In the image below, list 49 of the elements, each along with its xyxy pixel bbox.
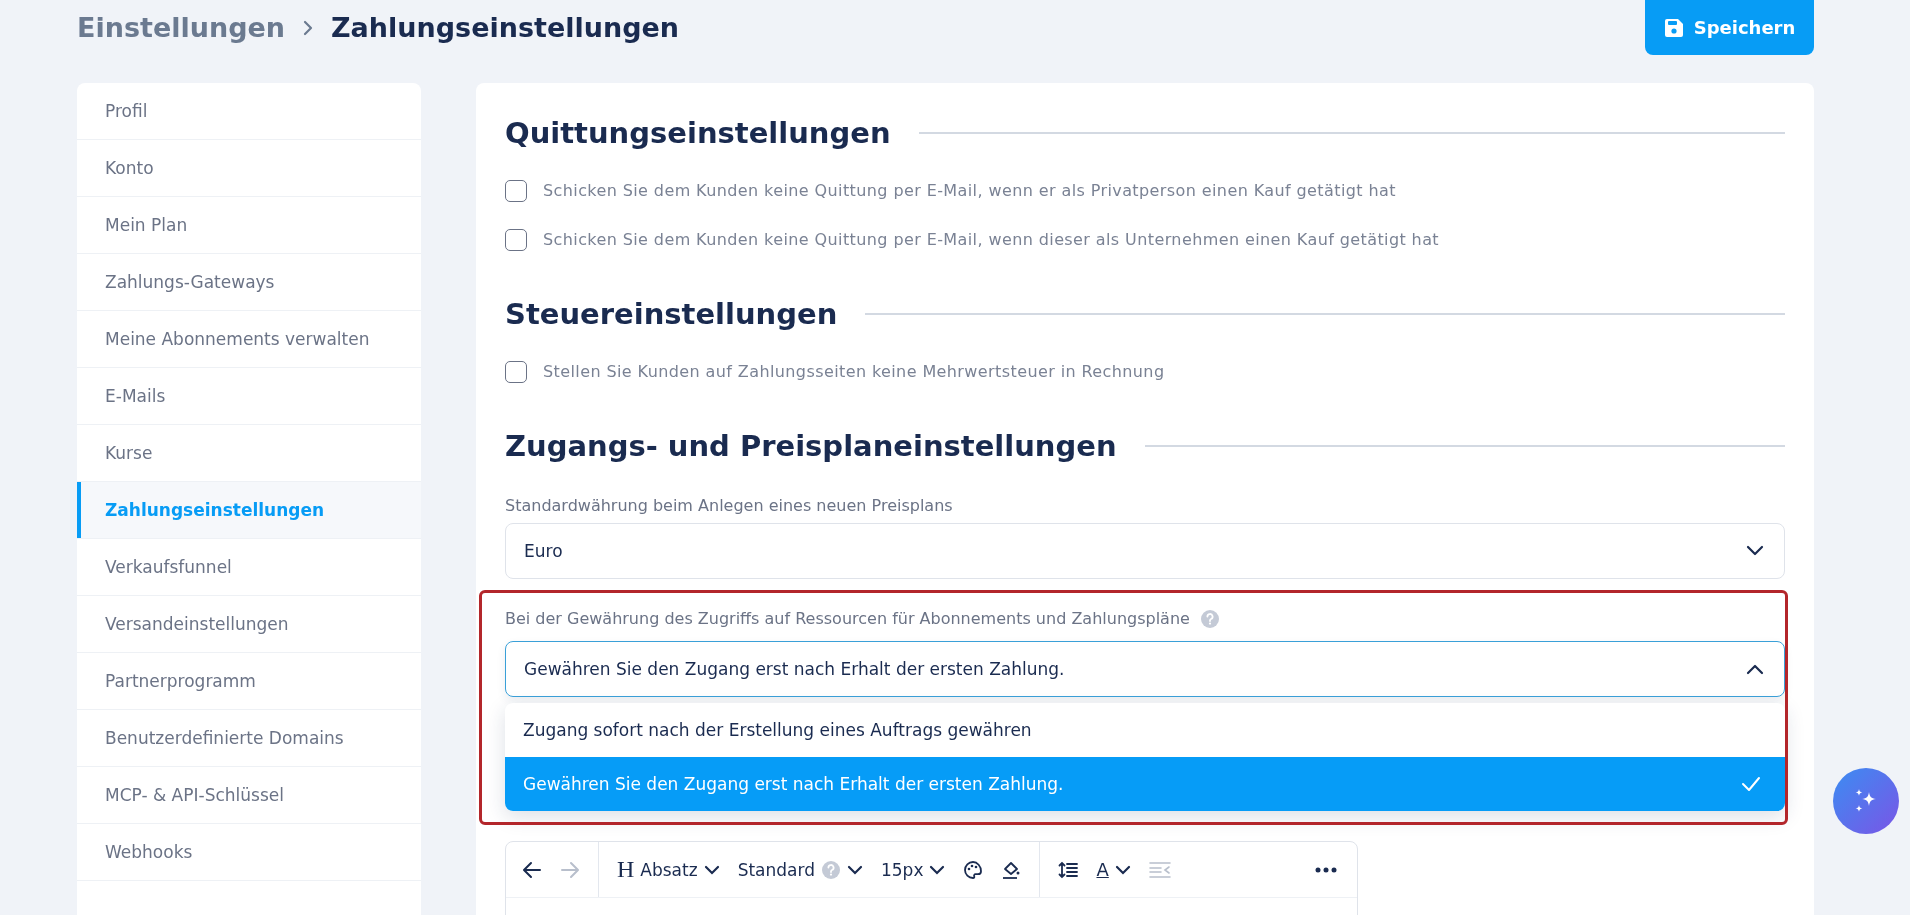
section-heading: Quittungseinstellungen	[505, 116, 891, 150]
sidebar-item[interactable]: Webhooks	[77, 824, 421, 881]
help-icon	[821, 859, 841, 880]
field-label: Bei der Gewährung des Zugriffs auf Ressourcen für Abonnements und Zahlungspläne	[505, 608, 1190, 630]
sidebar-item[interactable]: Versandeinstellungen	[77, 596, 421, 653]
section-heading: Steuereinstellungen	[505, 297, 838, 331]
sidebar-item[interactable]: Konto	[77, 140, 421, 197]
currency-select[interactable]: Euro	[505, 523, 1785, 579]
sidebar-item[interactable]: Meine Abonnements verwalten	[77, 311, 421, 368]
sidebar-item[interactable]: Benutzerdefinierte Domains	[77, 710, 421, 767]
sidebar-item[interactable]: Profil	[77, 83, 421, 140]
block-format-dropdown[interactable]: H Absatz	[617, 856, 720, 883]
undo-arrow-icon[interactable]	[522, 860, 542, 879]
chevron-down-icon	[847, 864, 863, 875]
chevron-icon	[1746, 545, 1764, 557]
breadcrumb-link[interactable]: Einstellungen	[77, 12, 286, 43]
checkbox-label: Schicken Sie dem Kunden keine Quittung per E-Mail, wenn dieser als Unternehmen einen Kauf getätigt hat	[543, 230, 1440, 249]
chevron-icon	[1746, 663, 1764, 675]
sidebar-item[interactable]: Zahlungseinstellungen	[77, 482, 421, 539]
dropdown-option[interactable]: Gewähren Sie den Zugang erst nach Erhalt der ersten Zahlung.	[505, 757, 1785, 811]
checkbox-label: Schicken Sie dem Kunden keine Quittung per E-Mail, wenn er als Privatperson einen Kauf getätigt hat	[543, 181, 1396, 200]
font-size-dropdown[interactable]: 15px	[881, 859, 946, 880]
section-heading: Zugangs- und Preisplaneinstellungen	[505, 429, 1117, 463]
line-height-icon[interactable]	[1058, 859, 1079, 880]
sidebar-item[interactable]: Verkaufsfunnel	[77, 539, 421, 596]
sidebar-item[interactable]: Partnerprogramm	[77, 653, 421, 710]
sidebar-item[interactable]: MCP- & API-Schlüssel	[77, 767, 421, 824]
page-title: Zahlungseinstellungen	[331, 12, 680, 43]
sidebar-item[interactable]: Mein Plan	[77, 197, 421, 254]
more-options-icon[interactable]	[1315, 866, 1337, 873]
checkbox[interactable]	[505, 179, 527, 202]
fill-bucket-icon[interactable]	[1001, 859, 1022, 880]
save-button[interactable]: Speichern	[1645, 0, 1814, 55]
checkmark-icon	[1741, 776, 1761, 792]
sidebar-item[interactable]: E-Mails	[77, 368, 421, 425]
checkbox-label: Stellen Sie Kunden auf Zahlungsseiten keine Mehrwertsteuer in Rechnung	[543, 362, 1165, 381]
field-label: Standardwährung beim Anlegen eines neuen Preisplans	[505, 495, 954, 517]
checkbox[interactable]	[505, 360, 527, 383]
chevron-down-icon	[929, 864, 946, 875]
sidebar-item[interactable]: Zahlungs-Gateways	[77, 254, 421, 311]
palette-icon[interactable]	[963, 859, 984, 880]
chevron-down-icon	[703, 864, 720, 875]
checkbox[interactable]	[505, 228, 527, 251]
text-editor[interactable]: H Absatz Standard 15px A	[505, 841, 1358, 915]
chevron-down-icon	[1114, 864, 1131, 875]
text-color-dropdown[interactable]: A	[1096, 859, 1131, 880]
font-dropdown[interactable]: Standard	[737, 859, 863, 880]
access-select[interactable]: Gewähren Sie den Zugang erst nach Erhalt der ersten Zahlung.	[505, 641, 1785, 697]
dropdown-option[interactable]: Zugang sofort nach der Erstellung eines Auftrags gewähren	[505, 703, 1785, 757]
